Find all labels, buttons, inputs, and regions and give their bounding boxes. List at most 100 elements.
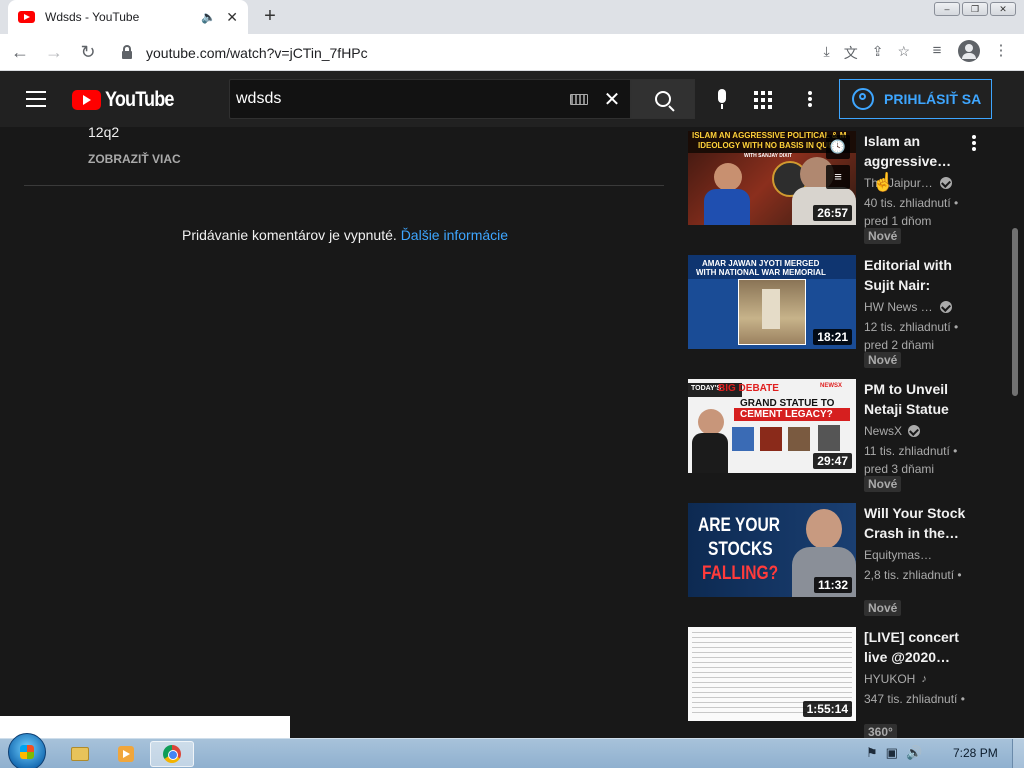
video-title[interactable]: Editorial with Sujit Nair: Am… [864,255,966,295]
youtube-play-icon [72,90,101,110]
chrome-icon [163,745,181,763]
comments-disabled-message: Pridávanie komentárov je vypnuté. Ďalšie… [182,227,508,243]
install-app-icon[interactable]: ⤓ [824,43,830,63]
video-duration: 29:47 [813,453,852,469]
keyboard-icon[interactable] [570,93,588,105]
show-more-button[interactable]: ZOBRAZIŤ VIAC [88,152,181,166]
new-tab-button[interactable]: + [258,4,282,28]
video-duration: 11:32 [813,577,852,593]
explorer-taskbar-button[interactable] [58,741,102,767]
scrollbar-thumb[interactable] [1012,228,1018,396]
taskbar-clock[interactable]: 7:28 PM [953,746,998,760]
forward-button[interactable]: → [40,38,68,66]
address-bar[interactable]: youtube.com/watch?v=jCTin_7fHPc ⤓ 文 ⇪ ☆ [104,38,924,67]
video-thumbnail[interactable]: AMAR JAWAN JYOTI MERGED WITH NATIONAL WA… [688,255,856,349]
video-title[interactable]: PM to Unveil Netaji Statue … [864,379,966,419]
comments-disabled-text: Pridávanie komentárov je vypnuté. [182,227,397,243]
channel-name[interactable]: HYUKOH ♪ [864,672,964,686]
youtube-logo[interactable]: YouTube [72,88,185,112]
start-button[interactable] [8,733,46,768]
restore-button[interactable]: ❐ [962,2,988,16]
video-title[interactable]: Islam an aggressive… [864,131,966,171]
window-close-button[interactable]: ✕ [990,2,1016,16]
add-to-queue-icon[interactable]: ≡ [826,165,850,189]
browser-tabstrip: Wdsds - YouTube 🔈 ✕ + – ❐ ✕ [0,0,1024,34]
action-center-flag-icon[interactable]: ⚑ [866,745,878,761]
video-title[interactable]: Will Your Stock Crash in the… [864,503,966,543]
guide-menu-icon[interactable] [26,91,46,107]
thumbnail-text: AMAR JAWAN JYOTI MERGED [702,259,820,268]
channel-name-text[interactable]: NewsX [864,424,902,438]
watch-later-icon[interactable]: 🕓 [826,135,850,159]
translate-icon[interactable]: 文 [844,43,858,63]
youtube-logo-text: YouTube [105,88,174,111]
learn-more-link[interactable]: Ďalšie informácie [401,227,508,243]
window-controls: – ❐ ✕ [934,2,1016,16]
new-badge: Nové [864,228,902,244]
recommendation-item[interactable]: 1:55:14 [LIVE] concert live @2020… HYUKO… [688,627,988,740]
video-thumbnail[interactable]: 1:55:14 [688,627,856,721]
url-text[interactable]: youtube.com/watch?v=jCTin_7fHPc [146,45,824,61]
media-player-taskbar-button[interactable] [104,741,148,767]
back-button[interactable]: ← [6,38,34,66]
video-thumbnail[interactable]: TODAY'S BIG DEBATE NEWSX GRAND STATUE TO… [688,379,856,473]
search-input-value[interactable]: wdsds [236,90,570,108]
search-button[interactable] [631,79,695,119]
recommendation-item[interactable]: TODAY'S BIG DEBATE NEWSX GRAND STATUE TO… [688,379,988,492]
description-text: 12q2 [88,124,120,140]
channel-name[interactable]: NewsX [864,424,964,438]
view-count: 40 tis. zhliadnutí • [864,196,959,210]
show-desktop-button[interactable] [1012,739,1024,768]
volume-icon[interactable]: 🔊 [906,745,922,761]
minimize-button[interactable]: – [934,2,960,16]
settings-more-icon[interactable] [806,89,814,109]
recommendation-item[interactable]: ISLAM AN AGGRESSIVE POLITICAL & M IDEOLO… [688,131,988,244]
bookmark-star-icon[interactable]: ☆ [897,43,910,63]
lock-icon[interactable] [122,44,132,59]
tab-audio-icon[interactable]: 🔈 [201,10,216,24]
profile-avatar-icon[interactable] [958,40,980,62]
browser-menu-icon[interactable]: ⋮ [988,38,1014,64]
browser-toolbar: ← → ↻ youtube.com/watch?v=jCTin_7fHPc ⤓ … [0,34,1024,71]
thumbnail-text: NEWSX [820,383,843,389]
channel-name[interactable]: Equitymaster [864,548,964,562]
channel-name-text[interactable]: Equitymaster [864,548,934,562]
video-thumbnail[interactable]: ARE YOUR STOCKS FALLING? 11:32 [688,503,856,597]
network-icon[interactable]: ▣ [886,745,898,761]
voice-search-icon[interactable] [712,89,732,111]
folder-icon [71,747,89,761]
view-count: 347 tis. zhliadnutí • [864,692,965,706]
system-tray: ⚑ ▣ 🔊 [866,745,922,761]
video-title[interactable]: [LIVE] concert live @2020… [864,627,966,667]
thumbnail-text: WITH NATIONAL WAR MEMORIAL [696,268,826,277]
clear-search-icon[interactable]: ✕ [598,87,626,112]
youtube-favicon-icon [18,11,35,23]
video-metadata: 347 tis. zhliadnutí • [864,690,966,708]
recommendation-item[interactable]: ARE YOUR STOCKS FALLING? 11:32 Will Your… [688,503,988,616]
music-note-icon: ♪ [921,673,927,685]
share-icon[interactable]: ⇪ [872,43,884,63]
apps-grid-icon[interactable] [754,91,772,109]
media-player-icon [118,746,134,762]
new-badge: Nové [864,600,902,616]
channel-name-text[interactable]: HYUKOH [864,672,915,686]
channel-name-text[interactable]: HW News E… [864,300,934,314]
media-control-icon[interactable]: ≡ [924,38,950,64]
recommendation-item[interactable]: AMAR JAWAN JYOTI MERGED WITH NATIONAL WA… [688,255,988,368]
tab-close-icon[interactable]: ✕ [226,9,238,26]
reload-button[interactable]: ↻ [74,38,102,66]
video-action-menu-icon[interactable] [972,135,978,151]
video-thumbnail[interactable]: ISLAM AN AGGRESSIVE POLITICAL & M IDEOLO… [688,131,856,225]
search-input[interactable]: wdsds ✕ [229,79,631,119]
new-badge: Nové [864,476,902,492]
thumbnail-text: FALLING? [702,563,779,584]
browser-tab[interactable]: Wdsds - YouTube 🔈 ✕ [8,0,248,34]
channel-name[interactable]: HW News E… [864,300,964,314]
chrome-taskbar-button[interactable] [150,741,194,767]
video-metadata: 11 tis. zhliadnutí • pred 3 dňami [864,442,966,478]
account-icon [852,88,874,110]
sign-in-button[interactable]: PRIHLÁSIŤ SA [839,79,992,119]
thumbnail-text: WITH SANJAY DIXIT [744,153,793,159]
view-count: 11 tis. zhliadnutí • [864,444,958,458]
tab-title: Wdsds - YouTube [45,10,140,24]
